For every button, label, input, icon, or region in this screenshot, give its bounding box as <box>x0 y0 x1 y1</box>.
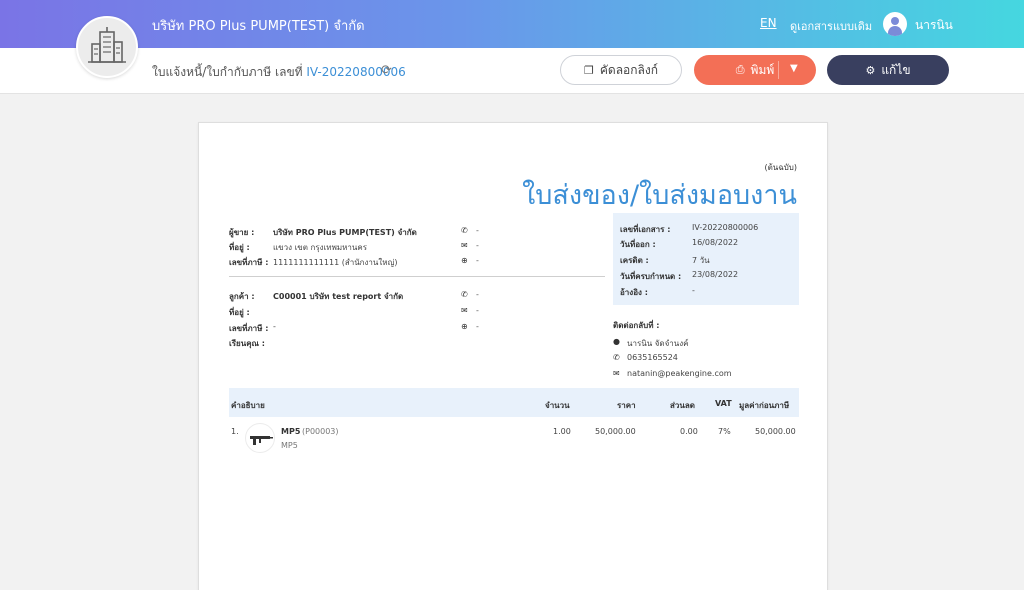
email-icon: ✉ <box>461 306 468 315</box>
printer-icon: ⎙ <box>735 63 745 76</box>
seller-address-label: ที่อยู่ : <box>229 243 250 252</box>
globe-icon: ⊕ <box>461 256 468 265</box>
credit-value: 7 วัน <box>692 256 710 265</box>
divider <box>229 276 605 277</box>
row-vat: 7% <box>718 427 731 436</box>
seller-address-value: แขวง เขต กรุงเทพมหานคร <box>273 243 367 252</box>
language-switch[interactable]: EN <box>760 16 777 30</box>
reference-label: อ้างอิง : <box>620 288 648 297</box>
phone-icon: ✆ <box>613 353 620 362</box>
person-icon: ● <box>613 337 620 346</box>
product-image <box>245 423 275 453</box>
product-code: (P00003) <box>302 427 339 436</box>
issue-date-label: วันที่ออก : <box>620 240 656 249</box>
customer-tax-label: เลขที่ภาษี : <box>229 324 269 333</box>
print-label: พิมพ์ <box>750 62 775 77</box>
col-vat: VAT <box>715 399 732 408</box>
copy-link-label: คัดลอกลิงก์ <box>599 62 658 77</box>
row-discount: 0.00 <box>680 427 698 436</box>
user-avatar[interactable] <box>883 12 907 36</box>
building-icon <box>88 27 126 63</box>
document-title: ใบแจ้งหนี้/ใบกำกับภาษี เลขที่ IV-2022080… <box>152 63 406 82</box>
col-amount: มูลค่าก่อนภาษี <box>739 401 790 410</box>
row-amount: 50,000.00 <box>755 427 796 436</box>
attention-label: เรียนคุณ : <box>229 339 265 348</box>
company-name: บริษัท PRO Plus PUMP(TEST) จำกัด <box>152 19 365 34</box>
reference-value: - <box>692 286 695 295</box>
copy-icon: ❐ <box>584 63 594 77</box>
doc-no-label: เลขที่เอกสาร : <box>620 225 671 234</box>
seller-value: บริษัท PRO Plus PUMP(TEST) จำกัด <box>273 228 417 237</box>
customer-web: - <box>476 322 479 331</box>
row-price: 50,000.00 <box>595 427 636 436</box>
user-name[interactable]: นารนิน <box>915 16 953 35</box>
company-logo <box>76 16 138 78</box>
customer-email: - <box>476 306 479 315</box>
items-table-header <box>229 388 799 417</box>
col-discount: ส่วนลด <box>670 401 695 410</box>
col-price: ราคา <box>617 401 636 410</box>
print-button[interactable]: ⎙ พิมพ์ ▼ <box>694 55 816 85</box>
classic-view-link[interactable]: ดูเอกสารแบบเดิม <box>790 17 872 35</box>
product-name: MP5 <box>281 427 301 436</box>
contact-phone: 0635165524 <box>627 353 678 362</box>
phone-icon: ✆ <box>461 226 468 235</box>
col-qty: จำนวน <box>545 401 570 410</box>
document-title-prefix: ใบแจ้งหนี้/ใบกำกับภาษี เลขที่ <box>152 65 303 79</box>
refresh-icon[interactable]: ⟳ <box>381 63 392 78</box>
seller-label: ผู้ขาย : <box>229 228 255 237</box>
chevron-down-icon[interactable]: ▼ <box>790 63 798 74</box>
email-icon: ✉ <box>461 241 468 250</box>
edit-label: แก้ไข <box>881 62 911 77</box>
contact-email: natanin@peakengine.com <box>627 369 732 378</box>
customer-address-label: ที่อยู่ : <box>229 308 250 317</box>
top-bar: บริษัท PRO Plus PUMP(TEST) จำกัด EN ดูเอ… <box>0 0 1024 48</box>
col-description: คำอธิบาย <box>231 401 265 410</box>
contact-label: ติดต่อกลับที่ : <box>613 321 660 330</box>
row-number: 1. <box>231 427 239 436</box>
product-description: MP5 <box>281 441 298 450</box>
doc-no-value: IV-20220800006 <box>692 223 759 232</box>
copy-link-button[interactable]: ❐ คัดลอกลิงก์ <box>560 55 682 85</box>
customer-label: ลูกค้า : <box>229 292 255 301</box>
phone-icon: ✆ <box>461 290 468 299</box>
due-date-label: วันที่ครบกำหนด : <box>620 272 682 281</box>
customer-value: C00001 บริษัท test report จำกัด <box>273 292 404 301</box>
seller-tax-label: เลขที่ภาษี : <box>229 258 269 267</box>
customer-phone: - <box>476 290 479 299</box>
seller-email: - <box>476 241 479 250</box>
seller-web: - <box>476 256 479 265</box>
contact-name: นารนิน จัดจำนงค์ <box>627 339 689 348</box>
document-heading: ใบส่งของ/ใบส่งมอบงาน <box>522 180 797 211</box>
email-icon: ✉ <box>613 369 620 378</box>
customer-tax-value: - <box>273 322 276 331</box>
row-qty: 1.00 <box>553 427 571 436</box>
seller-phone: - <box>476 226 479 235</box>
credit-label: เครดิต : <box>620 256 649 265</box>
document-paper: (ต้นฉบับ) ใบส่งของ/ใบส่งมอบงาน ผู้ขาย : … <box>198 122 828 590</box>
edit-button[interactable]: ⚙ แก้ไข <box>827 55 949 85</box>
globe-icon: ⊕ <box>461 322 468 331</box>
gear-icon: ⚙ <box>865 63 876 77</box>
due-date-value: 23/08/2022 <box>692 270 739 279</box>
issue-date-value: 16/08/2022 <box>692 238 739 247</box>
seller-tax-value: 1111111111111 (สำนักงานใหญ่) <box>273 258 398 267</box>
